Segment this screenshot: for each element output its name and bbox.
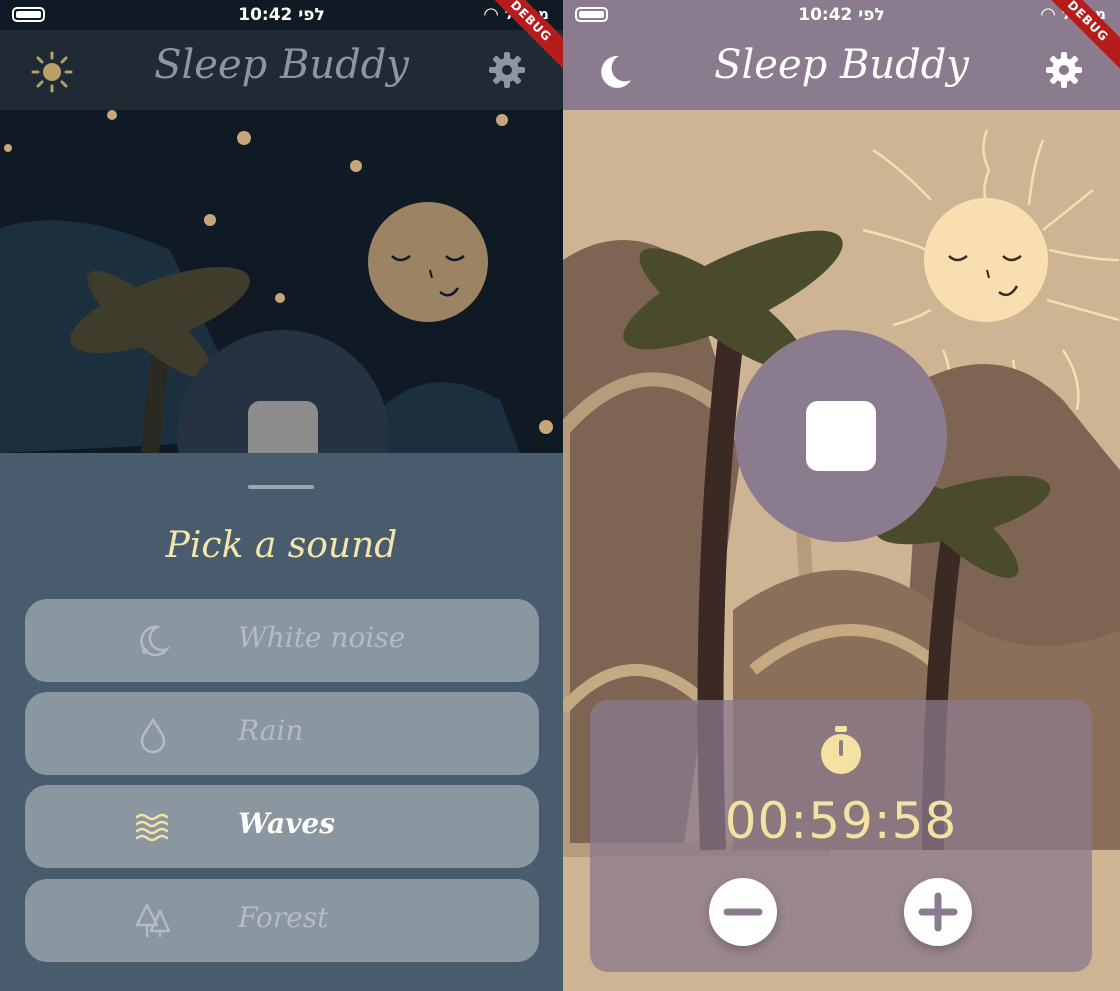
waves-icon xyxy=(135,813,169,842)
wifi-icon: ◠ xyxy=(483,4,499,25)
gear-icon[interactable] xyxy=(1046,52,1082,88)
sound-label: Forest xyxy=(238,901,329,934)
sound-option-waves[interactable]: Waves xyxy=(25,785,539,868)
night-screen: 10:42 לפי ◠ מפעיל Sleep Buddy xyxy=(0,0,563,991)
moon-icon xyxy=(140,625,171,657)
status-bar: 10:42 לפי ◠ מפעיל xyxy=(0,0,563,30)
app-bar: Sleep Buddy xyxy=(0,30,563,110)
battery-icon xyxy=(575,7,608,22)
increase-timer-button[interactable] xyxy=(904,878,972,946)
status-time: 10:42 לפי xyxy=(238,5,325,25)
moon-face-illustration xyxy=(368,202,488,322)
battery-icon xyxy=(12,7,45,22)
sound-option-white-noise[interactable]: White noise xyxy=(25,599,539,682)
sound-label: White noise xyxy=(238,621,406,654)
sheet-heading: Pick a sound xyxy=(165,525,398,566)
sound-label: Waves xyxy=(238,807,336,840)
stop-button[interactable] xyxy=(735,330,947,542)
day-screen: 10:42 לפי ◠ מפעיל Sleep Buddy DEBUG 00 xyxy=(563,0,1120,991)
minus-icon xyxy=(723,908,763,916)
status-bar: 10:42 לפי ◠ מפעיל xyxy=(563,0,1120,30)
plus-icon xyxy=(918,892,958,932)
sound-label: Rain xyxy=(238,714,304,747)
app-bar: Sleep Buddy xyxy=(563,30,1120,110)
sheet-drag-handle[interactable] xyxy=(248,485,314,489)
decrease-timer-button[interactable] xyxy=(709,878,777,946)
raindrop-icon xyxy=(140,717,166,754)
wifi-icon: ◠ xyxy=(1040,4,1056,25)
trees-icon xyxy=(135,903,171,937)
sound-option-forest[interactable]: Forest xyxy=(25,879,539,962)
app-title: Sleep Buddy xyxy=(154,42,409,88)
app-title: Sleep Buddy xyxy=(714,42,969,88)
sound-option-rain[interactable]: Rain xyxy=(25,692,539,775)
stop-icon xyxy=(806,401,876,471)
sound-picker-sheet: Pick a sound White noise Rain Waves Fore… xyxy=(0,453,563,991)
timer-remaining: 00:59:58 xyxy=(724,792,958,850)
stopwatch-icon xyxy=(821,726,861,774)
status-time: 10:42 לפי xyxy=(798,5,885,25)
sleep-timer-card: 00:59:58 xyxy=(590,700,1092,972)
gear-icon[interactable] xyxy=(489,52,525,88)
